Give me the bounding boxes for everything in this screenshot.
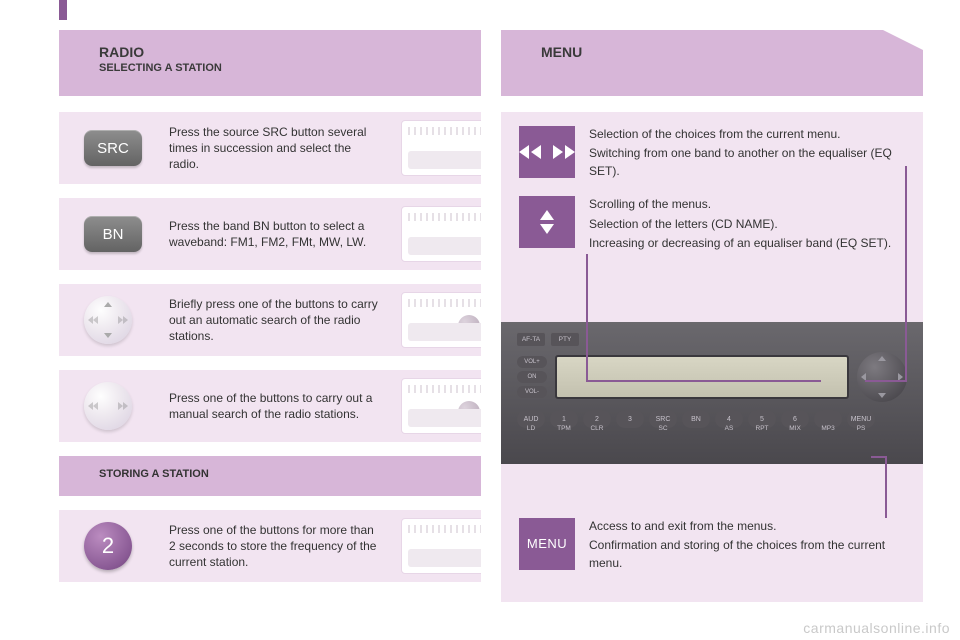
radio-display — [555, 355, 849, 399]
afta-button: AF-TA — [517, 332, 545, 346]
dial-vertical-icon — [84, 296, 132, 344]
lbl-clr: CLR — [583, 425, 611, 432]
pty-button: PTY — [551, 332, 579, 346]
radio-thumbnail — [401, 518, 481, 574]
src-button-icon: SRC — [84, 130, 142, 166]
on-button: ON — [517, 371, 547, 383]
callout-ud-line3: Increasing or decreasing of an equaliser… — [589, 235, 905, 252]
connector-line — [905, 166, 907, 382]
step-store-text: Press one of the buttons for more than 2… — [169, 522, 381, 571]
step-manual-search: Press one of the buttons to carry out a … — [59, 370, 481, 442]
manual-page: RADIO SELECTING A STATION SRC Press the … — [59, 30, 923, 602]
callout-menu-line2: Confirmation and storing of the choices … — [589, 537, 905, 572]
left-subtitle: SELECTING A STATION — [99, 62, 441, 74]
right-header: MENU — [501, 30, 923, 96]
lbl-as: AS — [715, 425, 743, 432]
step-src-text: Press the source SRC button several time… — [169, 124, 381, 173]
step-bn-text: Press the band BN button to select a wav… — [169, 218, 381, 250]
lbl-sc: SC — [649, 425, 677, 432]
lbl-mix: MIX — [781, 425, 809, 432]
radio-thumbnail — [401, 120, 481, 176]
right-column: MENU Selection of the choices from the c… — [501, 30, 923, 602]
vol-down-button: VOL- — [517, 386, 547, 398]
callout-ud-line2: Selection of the letters (CD NAME). — [589, 216, 905, 233]
callout-ud: Scrolling of the menus. Selection of the… — [519, 196, 905, 254]
right-panel: Selection of the choices from the curren… — [501, 112, 923, 602]
connector-line — [586, 254, 588, 382]
lbl-ld: LD — [517, 425, 545, 432]
radio-thumbnail — [401, 206, 481, 262]
callout-ud-line1: Scrolling of the menus. — [589, 196, 905, 213]
lbl-e2 — [682, 425, 710, 432]
step-store: 2 Press one of the buttons for more than… — [59, 510, 481, 582]
callout-lr-line1: Selection of the choices from the curren… — [589, 126, 905, 143]
step-src: SRC Press the source SRC button several … — [59, 112, 481, 184]
storing-header: STORING A STATION — [59, 456, 481, 496]
bn-button-icon: BN — [84, 216, 142, 252]
left-header: RADIO SELECTING A STATION — [59, 30, 481, 96]
lbl-tpm: TPM — [550, 425, 578, 432]
left-column: RADIO SELECTING A STATION SRC Press the … — [59, 30, 481, 602]
lbl-rpt: RPT — [748, 425, 776, 432]
dial-horizontal-icon — [84, 382, 132, 430]
step-bn: BN Press the band BN button to select a … — [59, 198, 481, 270]
watermark: carmanualsonline.info — [803, 620, 950, 636]
step-manual-text: Press one of the buttons to carry out a … — [169, 390, 381, 422]
callout-menu-line1: Access to and exit from the menus. — [589, 518, 905, 535]
vol-up-button: VOL+ — [517, 356, 547, 368]
lbl-ps: PS — [847, 425, 875, 432]
callout-menu: MENU Access to and exit from the menus. … — [519, 518, 905, 574]
step-auto-text: Briefly press one of the buttons to carr… — [169, 296, 381, 345]
lbl-mp3: MP3 — [814, 425, 842, 432]
radio-unit-illustration: AF-TA PTY VOL+ ON VOL- — [501, 322, 923, 464]
up-down-arrows-icon — [519, 196, 575, 248]
lbl-e1 — [616, 425, 644, 432]
callout-lr-line2: Switching from one band to another on th… — [589, 145, 905, 180]
step-auto-search: Briefly press one of the buttons to carr… — [59, 284, 481, 356]
connector-line — [885, 456, 887, 518]
radio-thumbnail — [401, 378, 481, 434]
side-tab — [59, 0, 67, 20]
nav-dial — [857, 352, 907, 402]
radio-thumbnail — [401, 292, 481, 348]
callout-lr: Selection of the choices from the curren… — [519, 126, 905, 182]
menu-icon: MENU — [519, 518, 575, 570]
left-title: RADIO — [99, 44, 441, 60]
preset-2-icon: 2 — [84, 522, 132, 570]
right-title: MENU — [541, 44, 883, 60]
left-right-arrows-icon — [519, 126, 575, 178]
